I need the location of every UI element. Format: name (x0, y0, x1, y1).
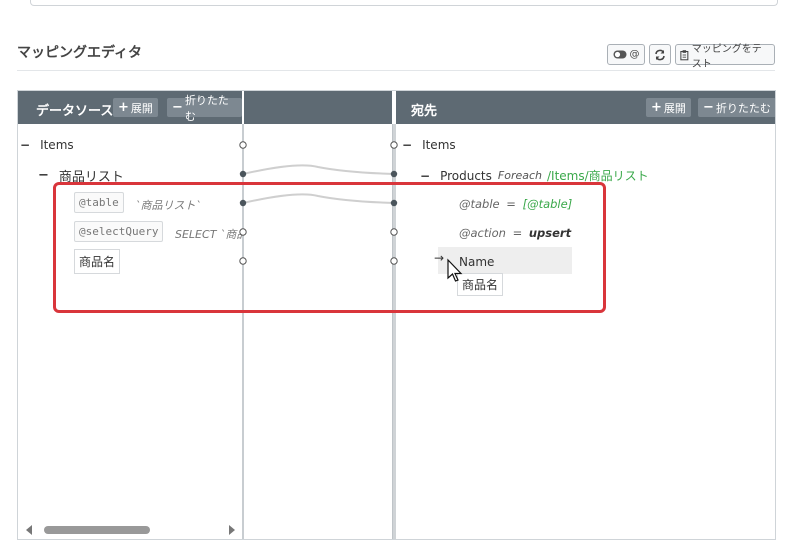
section-title: マッピングエディタ (17, 45, 143, 61)
refresh-icon (655, 49, 665, 60)
top-input-field[interactable] (30, 0, 778, 6)
scroll-left-icon[interactable] (26, 525, 32, 535)
mapping-editor: データソース + 展開 − 折りたたむ 宛先 + 展開 − 折りたたむ − Items … (17, 90, 776, 540)
port-source-product-list (239, 170, 247, 178)
link-line-product-list (242, 164, 395, 175)
title-divider (17, 70, 775, 71)
at-label: @ (629, 49, 640, 60)
port-dest-products (390, 170, 398, 178)
toggle-icon (613, 50, 626, 59)
mapping-test-button[interactable]: マッピングをテスト (675, 44, 775, 70)
clipboard-icon (680, 49, 689, 60)
highlight-box (53, 182, 606, 313)
port-source-items (239, 141, 247, 149)
port-dest-items (390, 141, 398, 149)
scrollbar-thumb[interactable] (44, 526, 150, 534)
refresh-button[interactable] (649, 44, 671, 65)
mapping-links (239, 141, 463, 282)
toggle-at-button[interactable]: @ (607, 44, 645, 65)
mapping-test-label: マッピングをテスト (691, 43, 762, 70)
horizontal-scrollbar[interactable] (18, 521, 242, 539)
scroll-right-icon[interactable] (229, 525, 235, 535)
